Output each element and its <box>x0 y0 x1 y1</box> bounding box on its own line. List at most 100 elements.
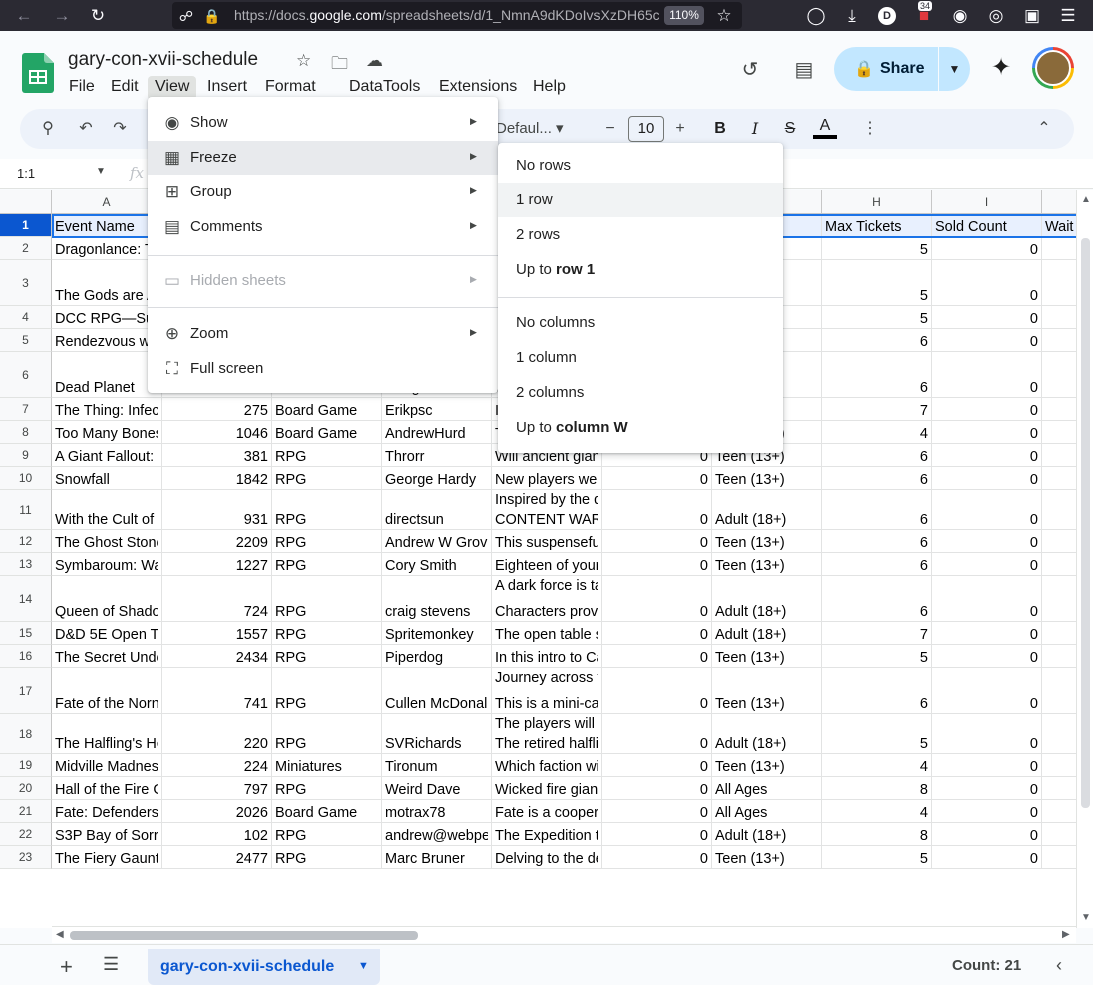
table-cell[interactable] <box>1042 777 1076 800</box>
name-box[interactable]: 1:1 <box>17 166 35 181</box>
table-cell[interactable]: 8 <box>822 777 932 800</box>
table-cell[interactable]: Hall of the Fire G <box>52 777 162 800</box>
scroll-right-icon[interactable]: ▶ <box>1062 929 1070 940</box>
row-header[interactable]: 6 <box>0 352 52 398</box>
table-cell[interactable]: A Giant Fallout: a <box>52 444 162 467</box>
table-cell[interactable]: Board Game <box>272 398 382 421</box>
row-header[interactable]: 19 <box>0 754 52 777</box>
bold-icon[interactable]: B <box>708 117 732 141</box>
row-header[interactable]: 12 <box>0 530 52 553</box>
table-cell[interactable]: AndrewHurd <box>382 421 492 444</box>
table-cell[interactable] <box>1042 823 1076 846</box>
table-cell[interactable]: 2434 <box>162 645 272 668</box>
table-cell[interactable] <box>1042 237 1076 260</box>
download-icon[interactable]: ⤓ <box>842 6 862 26</box>
table-cell[interactable]: 1227 <box>162 553 272 576</box>
row-header[interactable]: 14 <box>0 576 52 622</box>
table-cell[interactable]: 1046 <box>162 421 272 444</box>
table-cell[interactable]: RPG <box>272 645 382 668</box>
table-cell[interactable]: Board Game <box>272 421 382 444</box>
table-cell[interactable]: 0 <box>932 777 1042 800</box>
table-cell[interactable]: 0 <box>932 490 1042 530</box>
row-header[interactable]: 2 <box>0 237 52 260</box>
table-cell[interactable] <box>1042 754 1076 777</box>
view-menu-item-freeze[interactable]: ▦ Freeze ▶ <box>148 141 498 175</box>
undo-icon[interactable]: ↶ <box>74 117 98 141</box>
table-cell[interactable] <box>1042 846 1076 869</box>
table-cell[interactable]: 0 <box>602 823 712 846</box>
table-cell[interactable]: Adult (18+) <box>712 714 822 754</box>
table-cell[interactable]: RPG <box>272 668 382 714</box>
table-cell[interactable] <box>1042 352 1076 398</box>
table-cell[interactable] <box>1042 467 1076 490</box>
table-cell[interactable] <box>1042 444 1076 467</box>
profile-d-icon[interactable]: D <box>878 7 896 25</box>
menu-file[interactable]: File <box>62 76 102 100</box>
table-cell[interactable]: Dead Planet <box>52 352 162 398</box>
incognito-glasses-icon[interactable]: ◉ <box>950 6 970 26</box>
back-icon[interactable]: ← <box>14 6 34 26</box>
horizontal-scrollbar[interactable]: ◀ ▶ <box>52 926 1076 943</box>
table-cell[interactable]: The Gods are A <box>52 260 162 306</box>
reload-icon[interactable]: ↻ <box>88 6 108 26</box>
table-cell[interactable]: 6 <box>822 444 932 467</box>
table-cell[interactable]: 1842 <box>162 467 272 490</box>
table-cell[interactable]: Board Game <box>272 800 382 823</box>
pocket-icon[interactable]: ◯ <box>806 6 826 26</box>
row-header[interactable]: 10 <box>0 467 52 490</box>
table-cell[interactable]: Rendezvous wi <box>52 329 162 352</box>
table-cell[interactable]: 6 <box>822 490 932 530</box>
table-cell[interactable]: 724 <box>162 576 272 622</box>
table-cell[interactable]: 8 <box>822 823 932 846</box>
table-cell[interactable]: Tironum <box>382 754 492 777</box>
zoom-level-badge[interactable]: 110% <box>664 6 704 25</box>
increase-font-size-icon[interactable]: + <box>668 117 692 141</box>
table-cell[interactable]: Midville Madness <box>52 754 162 777</box>
table-cell[interactable]: SVRichards <box>382 714 492 754</box>
column-header-h[interactable]: H <box>822 190 932 214</box>
freeze-option[interactable]: Up to column W <box>498 411 783 445</box>
table-cell[interactable] <box>1042 398 1076 421</box>
table-cell[interactable]: 0 <box>932 306 1042 329</box>
table-cell[interactable]: Too Many Bones <box>52 421 162 444</box>
table-cell[interactable]: RPG <box>272 444 382 467</box>
table-cell[interactable]: craig stevens <box>382 576 492 622</box>
table-cell[interactable]: RPG <box>272 846 382 869</box>
redo-icon[interactable]: ↷ <box>108 117 132 141</box>
table-cell[interactable] <box>1042 576 1076 622</box>
select-all-corner[interactable] <box>0 190 52 214</box>
table-cell[interactable]: 0 <box>932 329 1042 352</box>
table-cell[interactable]: 5 <box>822 714 932 754</box>
table-cell[interactable]: 7 <box>822 622 932 645</box>
url-text[interactable]: https://docs.google.com/spreadsheets/d/1… <box>234 7 659 23</box>
table-cell[interactable]: Cullen McDonald <box>382 668 492 714</box>
table-cell[interactable]: motrax78 <box>382 800 492 823</box>
table-cell[interactable]: RPG <box>272 714 382 754</box>
table-cell[interactable]: Teen (13+) <box>712 668 822 714</box>
view-menu-item-full-screen[interactable]: ⛶ Full screen <box>148 352 498 386</box>
table-cell[interactable] <box>1042 329 1076 352</box>
table-cell[interactable]: 0 <box>932 444 1042 467</box>
table-cell[interactable]: 5 <box>822 846 932 869</box>
row-header[interactable]: 22 <box>0 823 52 846</box>
share-dropdown-icon[interactable]: ▼ <box>938 47 970 91</box>
table-cell[interactable] <box>1042 260 1076 306</box>
table-cell[interactable]: The open table st <box>492 622 602 645</box>
table-cell[interactable]: 6 <box>822 467 932 490</box>
table-cell[interactable]: New players welc <box>492 467 602 490</box>
table-cell[interactable]: Cory Smith <box>382 553 492 576</box>
view-menu-item-zoom[interactable]: ⊕ Zoom ▶ <box>148 317 498 351</box>
table-cell[interactable]: 0 <box>932 260 1042 306</box>
table-cell[interactable]: 2026 <box>162 800 272 823</box>
table-cell[interactable]: 0 <box>602 668 712 714</box>
table-cell[interactable]: 0 <box>932 645 1042 668</box>
vertical-scrollbar[interactable]: ▲ ▼ <box>1076 190 1093 928</box>
table-cell[interactable]: 0 <box>602 622 712 645</box>
horizontal-scroll-thumb[interactable] <box>70 931 418 940</box>
table-cell[interactable]: All Ages <box>712 800 822 823</box>
table-cell[interactable]: 0 <box>602 777 712 800</box>
table-cell[interactable]: Queen of Shadov <box>52 576 162 622</box>
table-cell[interactable]: Marc Bruner <box>382 846 492 869</box>
all-sheets-icon[interactable]: ☰ <box>103 954 119 975</box>
share-label[interactable]: Share <box>834 47 936 91</box>
